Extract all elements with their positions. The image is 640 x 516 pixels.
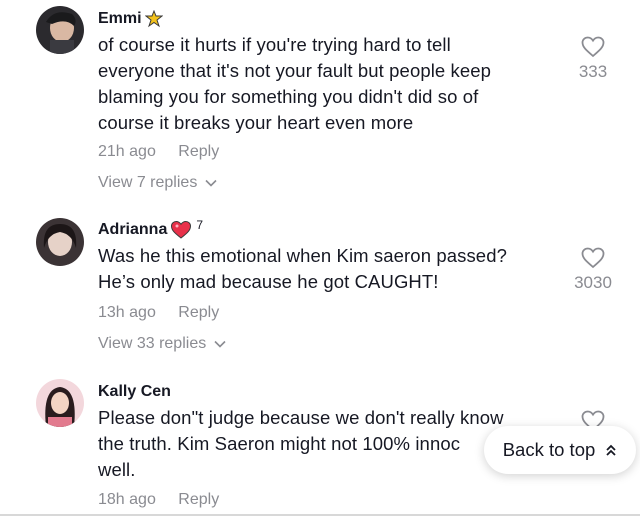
back-to-top-button[interactable]: Back to top xyxy=(484,426,636,474)
view-replies-button[interactable]: View 33 replies xyxy=(98,334,226,354)
comment-time: 18h ago xyxy=(98,491,156,508)
comment-meta: 13h ago Reply xyxy=(98,303,219,323)
comment-time: 21h ago xyxy=(98,143,156,160)
avatar[interactable] xyxy=(36,379,84,427)
avatar-image xyxy=(36,379,84,427)
view-replies-button[interactable]: View 7 replies xyxy=(98,173,217,193)
comment-text-line: course it breaks your heart even more xyxy=(98,112,414,133)
comment-username[interactable]: Adrianna 7 xyxy=(98,218,203,240)
comment-text-line: of course it hurts if you're trying hard… xyxy=(98,34,451,55)
like-count: 333 xyxy=(578,62,608,81)
heart-outline-icon[interactable] xyxy=(581,247,605,269)
comment-username[interactable]: Emmi xyxy=(98,9,163,29)
reply-button[interactable]: Reply xyxy=(178,143,219,160)
view-replies-label: View 7 replies xyxy=(98,174,198,191)
reply-button[interactable]: Reply xyxy=(178,491,219,508)
like-count: 3030 xyxy=(574,273,612,292)
comment-text: of course it hurts if you're trying hard… xyxy=(98,32,558,136)
comment-meta: 21h ago Reply xyxy=(98,142,219,162)
back-to-top-label: Back to top xyxy=(502,439,596,460)
reply-button[interactable]: Reply xyxy=(178,304,219,321)
comment-time: 13h ago xyxy=(98,304,156,321)
comment-meta: 18h ago Reply xyxy=(98,490,219,510)
chevron-down-icon xyxy=(205,179,217,187)
star-badge-icon xyxy=(144,10,163,28)
comment-text-line: Please don"t judge because we don't real… xyxy=(98,407,504,428)
comment-text-line: Was he this emotional when Kim saeron pa… xyxy=(98,245,507,266)
avatar[interactable] xyxy=(36,218,84,266)
avatar[interactable] xyxy=(36,6,84,54)
avatar-image xyxy=(36,6,84,54)
double-chevron-up-icon xyxy=(606,444,616,456)
heart-outline-icon[interactable] xyxy=(581,36,605,58)
comment-text-line: He’s only mad because he got CAUGHT! xyxy=(98,271,439,292)
like-section: 3030 xyxy=(563,247,623,293)
like-section: 333 xyxy=(563,36,623,82)
view-replies-label: View 33 replies xyxy=(98,335,207,352)
comment-text-line: blaming you for something you didn't did… xyxy=(98,86,479,107)
comment-text-line: everyone that it's not your fault but pe… xyxy=(98,60,492,81)
badge-count: 7 xyxy=(196,218,204,232)
heart-badge-icon xyxy=(170,220,192,240)
comment-text: Was he this emotional when Kim saeron pa… xyxy=(98,243,558,295)
avatar-image xyxy=(36,218,84,266)
comment-username[interactable]: Kally Cen xyxy=(98,382,171,402)
chevron-down-icon xyxy=(214,340,226,348)
